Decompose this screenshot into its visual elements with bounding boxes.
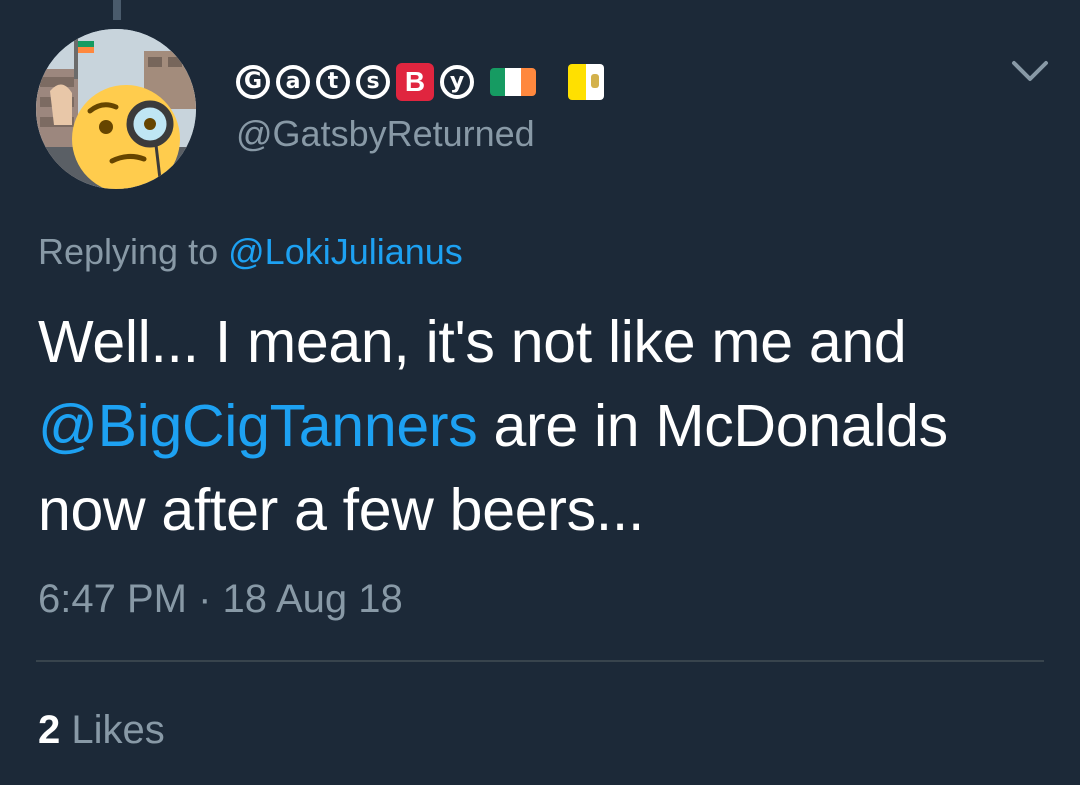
replying-to-line: Replying to @LokiJulianus xyxy=(38,230,463,273)
tweet-date: 18 Aug 18 xyxy=(222,577,403,621)
avatar[interactable] xyxy=(36,29,196,189)
display-name-letter-y: y xyxy=(440,65,474,99)
ireland-flag-icon xyxy=(490,68,536,96)
replying-to-handle-link[interactable]: @LokiJulianus xyxy=(228,231,463,272)
divider xyxy=(36,660,1044,662)
chevron-down-icon[interactable] xyxy=(1010,57,1050,87)
likes-link[interactable]: 2 Likes xyxy=(38,706,165,754)
monocle-face-avatar-icon xyxy=(36,29,196,189)
display-name-letter-a: a xyxy=(276,65,310,99)
tweet-time: 6:47 PM xyxy=(38,577,187,621)
display-name[interactable]: G a t s B y xyxy=(236,59,604,105)
display-name-letter-g: G xyxy=(236,65,270,99)
vatican-flag-icon xyxy=(568,64,604,100)
display-name-letter-b: B xyxy=(396,63,434,101)
tweet-text: Well... I mean, it's not like me and @Bi… xyxy=(38,300,1068,552)
user-handle[interactable]: @GatsbyReturned xyxy=(236,114,535,154)
tweet-mention-link[interactable]: @BigCigTanners xyxy=(38,393,478,459)
likes-count: 2 xyxy=(38,708,61,752)
replying-to-label: Replying to xyxy=(38,231,219,272)
tweet-timestamp: 6:47 PM · 18 Aug 18 xyxy=(38,575,403,623)
thread-connector-line xyxy=(113,0,121,20)
display-name-letter-s: s xyxy=(356,65,390,99)
tweet-text-part-1: Well... I mean, it's not like me and xyxy=(38,309,907,375)
likes-label: Likes xyxy=(71,708,165,752)
display-name-letter-t: t xyxy=(316,65,350,99)
timestamp-separator: · xyxy=(198,577,212,621)
